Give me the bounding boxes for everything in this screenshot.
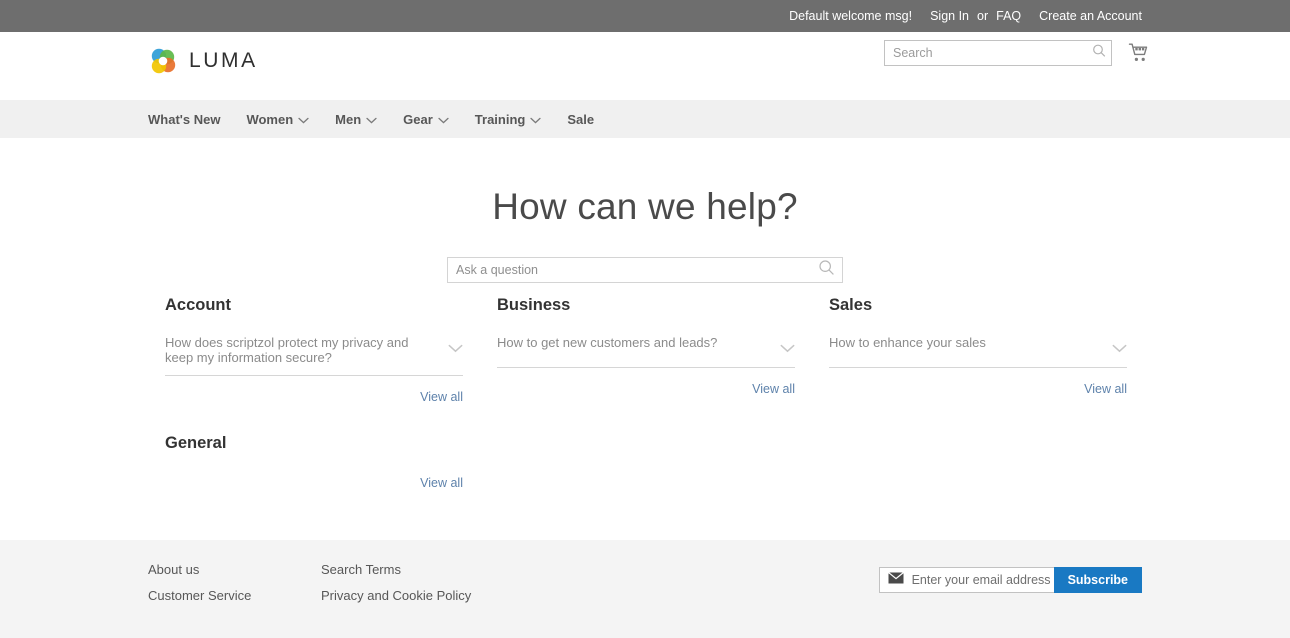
view-all-row: View all [497, 380, 795, 398]
view-all-row: View all [165, 474, 463, 492]
view-all-link-account[interactable]: View all [420, 390, 463, 404]
newsletter-field[interactable] [878, 567, 1054, 593]
ask-question-wrapper [0, 257, 1290, 283]
nav-item-men[interactable]: Men [335, 112, 377, 127]
view-all-row: View all [165, 388, 463, 406]
shopping-cart-icon[interactable] [1128, 42, 1150, 64]
faq-question-item[interactable]: How to enhance your sales [829, 335, 1127, 368]
nav-item-women[interactable]: Women [246, 112, 309, 127]
welcome-message: Default welcome msg! [789, 9, 913, 23]
chevron-down-icon [438, 112, 449, 127]
faq-category-general: General View all [165, 434, 463, 492]
faq-categories-grid: Account How does scriptzol protect my pr… [165, 296, 1127, 492]
site-search[interactable] [884, 40, 1112, 66]
chevron-down-icon[interactable] [1112, 340, 1127, 358]
nav-label: Sale [567, 111, 595, 127]
category-heading: General [165, 433, 227, 452]
page-title: How can we help? [492, 186, 798, 227]
sign-in-link[interactable]: Sign In [930, 9, 969, 23]
nav-label: Training [474, 111, 526, 127]
top-panel: Default welcome msg! Sign In or FAQ Crea… [0, 0, 1290, 32]
or-separator: or [977, 9, 989, 23]
faq-category-account: Account How does scriptzol protect my pr… [165, 296, 463, 406]
header-actions [884, 40, 1150, 66]
site-footer: About us Customer Service Search Terms P… [0, 540, 1290, 638]
ask-question-input[interactable] [447, 257, 843, 283]
nav-item-sale[interactable]: Sale [567, 112, 594, 127]
view-all-link-sales[interactable]: View all [1084, 382, 1127, 396]
footer-column-1: About us Customer Service [148, 562, 321, 603]
faq-category-business: Business How to get new customers and le… [497, 296, 795, 406]
faq-question-item[interactable]: How to get new customers and leads? [497, 335, 795, 368]
view-all-row: View all [829, 380, 1127, 398]
chevron-down-icon[interactable] [780, 340, 795, 358]
faq-question-text: How to get new customers and leads? [497, 335, 718, 350]
chevron-down-icon [298, 112, 309, 127]
view-all-link-general[interactable]: View all [420, 476, 463, 490]
logo-text: LUMA [189, 49, 258, 72]
create-account-link[interactable]: Create an Account [1039, 9, 1142, 23]
footer-link-privacy-policy[interactable]: Privacy and Cookie Policy [321, 588, 494, 603]
subscribe-button[interactable]: Subscribe [1053, 567, 1142, 593]
newsletter-email-input[interactable] [903, 573, 1054, 587]
view-all-link-business[interactable]: View all [752, 382, 795, 396]
category-heading: Business [497, 296, 571, 314]
luma-flower-icon [148, 46, 178, 76]
nav-item-gear[interactable]: Gear [403, 112, 449, 127]
nav-label: What's New [148, 111, 221, 127]
footer-link-search-terms[interactable]: Search Terms [321, 562, 494, 577]
top-panel-links: Default welcome msg! Sign In or FAQ Crea… [789, 9, 1142, 23]
faq-link[interactable]: FAQ [996, 9, 1021, 23]
footer-link-customer-service[interactable]: Customer Service [148, 588, 321, 603]
faq-category-sales: Sales How to enhance your sales View all [829, 296, 1127, 406]
footer-links: About us Customer Service Search Terms P… [148, 562, 494, 603]
chevron-down-icon[interactable] [448, 340, 463, 358]
nav-label: Men [335, 111, 362, 127]
chevron-down-icon [530, 112, 542, 127]
newsletter-signup: Subscribe [878, 567, 1142, 593]
faq-question-text: How to enhance your sales [829, 335, 986, 350]
logo[interactable]: LUMA [148, 46, 258, 76]
site-header: LUMA [0, 32, 1290, 100]
nav-item-training[interactable]: Training [475, 112, 542, 127]
luma-faq-page: Default welcome msg! Sign In or FAQ Crea… [0, 0, 1290, 638]
ask-question-search[interactable] [447, 257, 843, 283]
nav-item-whats-new[interactable]: What's New [148, 112, 220, 127]
envelope-icon [887, 571, 904, 589]
category-heading: Account [165, 296, 231, 314]
nav-label: Women [246, 111, 294, 127]
footer-column-2: Search Terms Privacy and Cookie Policy [321, 562, 494, 603]
chevron-down-icon [366, 112, 377, 127]
category-heading: Sales [829, 296, 873, 314]
faq-question-text: How does scriptzol protect my privacy an… [165, 335, 409, 365]
main-content: How can we help? Account How does script… [0, 138, 1290, 540]
faq-question-item[interactable]: How does scriptzol protect my privacy an… [165, 335, 463, 376]
search-input[interactable] [884, 40, 1112, 66]
main-navigation: What's New Women Men Gear Training Sale [0, 100, 1290, 138]
footer-link-about-us[interactable]: About us [148, 562, 321, 577]
nav-label: Gear [403, 111, 433, 127]
